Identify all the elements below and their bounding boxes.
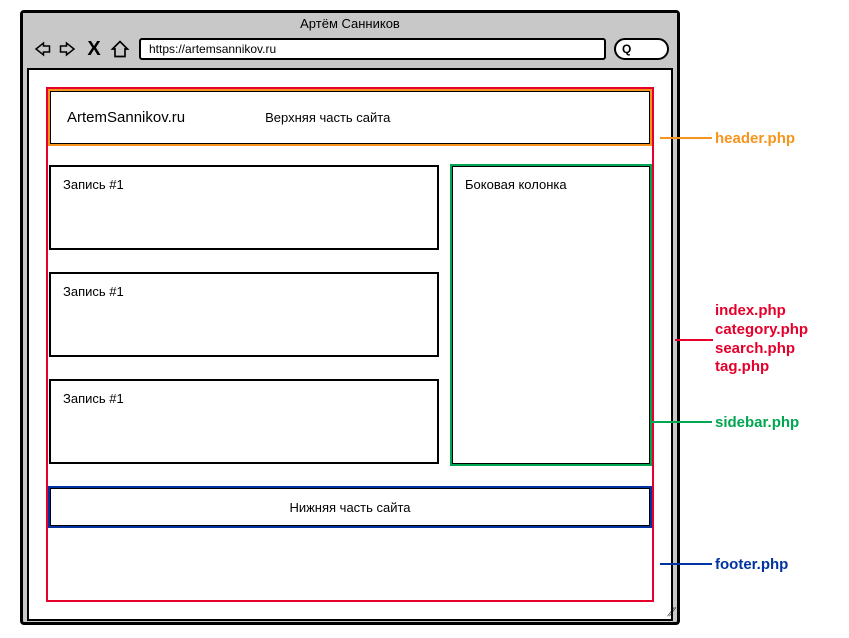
back-icon[interactable]: [31, 39, 53, 59]
connector-sidebar: [650, 421, 712, 423]
post-box: Запись #1: [49, 165, 439, 250]
footer-label: Нижняя часть сайта: [289, 500, 410, 515]
annotation-sidebar: sidebar.php: [715, 414, 799, 431]
post-title: Запись #1: [63, 391, 124, 406]
url-input[interactable]: [139, 38, 606, 60]
annotation-index: index.php category.php search.php tag.ph…: [715, 302, 808, 377]
post-title: Запись #1: [63, 284, 124, 299]
page-viewport: ArtemSannikov.ru Верхняя часть сайта Зап…: [27, 68, 673, 621]
search-icon: Q: [622, 42, 631, 56]
site-footer: Нижняя часть сайта: [49, 487, 651, 527]
annotation-footer: footer.php: [715, 556, 788, 573]
connector-header: [660, 137, 712, 139]
forward-icon[interactable]: [57, 39, 79, 59]
post-box: Запись #1: [49, 272, 439, 357]
connector-index: [675, 339, 713, 341]
browser-window: Артём Санников X Q ArtemSannikov.ru Верх…: [20, 10, 680, 625]
stop-icon[interactable]: X: [83, 39, 105, 59]
post-title: Запись #1: [63, 177, 124, 192]
site-logo-text: ArtemSannikov.ru: [67, 109, 185, 126]
browser-toolbar: X Q: [23, 34, 677, 64]
posts-column: Запись #1 Запись #1 Запись #1: [49, 165, 439, 465]
sidebar-outline: [450, 164, 652, 466]
site-header: ArtemSannikov.ru Верхняя часть сайта: [49, 90, 651, 145]
body-row: Запись #1 Запись #1 Запись #1 Боковая ко…: [49, 165, 651, 465]
connector-footer: [660, 563, 712, 565]
sidebar: Боковая колонка: [451, 165, 651, 465]
window-title: Артём Санников: [23, 13, 677, 34]
annotation-header: header.php: [715, 130, 795, 147]
home-icon[interactable]: [109, 39, 131, 59]
header-label: Верхняя часть сайта: [265, 110, 390, 125]
search-box[interactable]: Q: [614, 38, 669, 60]
post-box: Запись #1: [49, 379, 439, 464]
sidebar-label: Боковая колонка: [465, 177, 567, 192]
